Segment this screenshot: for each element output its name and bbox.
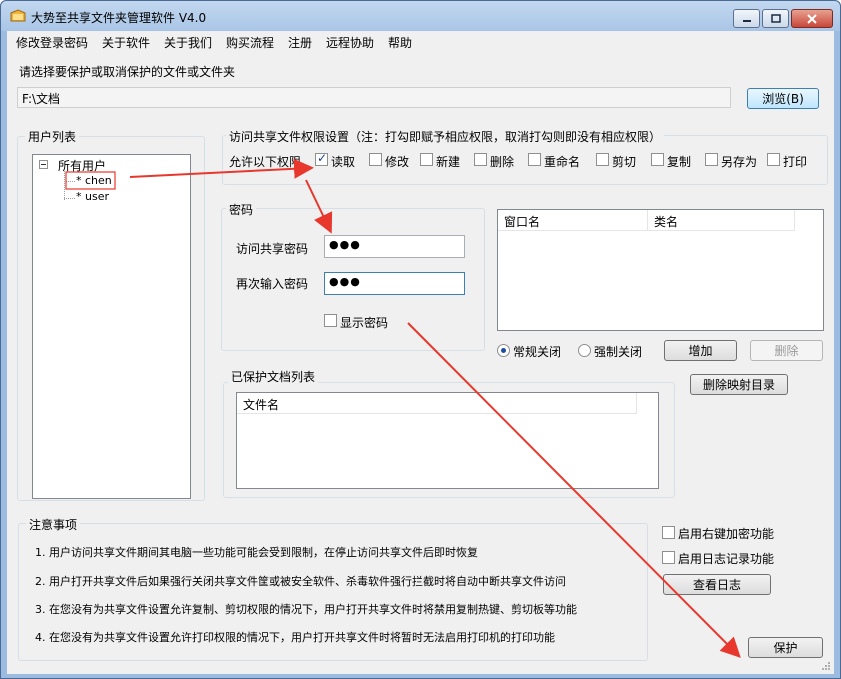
force-close-label: 强制关闭 — [594, 345, 643, 359]
user-list-title: 用户列表 — [25, 128, 80, 145]
path-field[interactable]: F:\文档 — [17, 87, 731, 108]
right-click-encrypt-label: 启用右键加密功能 — [678, 527, 775, 541]
access-password-input[interactable]: ●●● — [324, 235, 465, 258]
permission-label: 读取 — [331, 155, 356, 169]
permissions-title: 访问共享文件权限设置（注：打勾即赋予相应权限，取消打勾则即没有相应权限） — [226, 128, 665, 145]
permission-checkbox[interactable] — [596, 153, 609, 166]
show-password-label: 显示密码 — [340, 316, 389, 330]
notes-title: 注意事项 — [26, 516, 81, 533]
protected-docs-title: 已保护文档列表 — [228, 368, 319, 385]
right-click-encrypt-checkbox[interactable] — [662, 526, 675, 539]
delete-window-button[interactable]: 删除 — [750, 340, 823, 361]
permission-label: 另存为 — [721, 155, 758, 169]
enable-log-checkbox[interactable] — [662, 551, 675, 564]
allow-permissions-label: 允许以下权限 — [229, 155, 302, 169]
permission-label: 剪切 — [612, 155, 637, 169]
confirm-password-input[interactable]: ●●● — [324, 272, 465, 295]
column-class-name[interactable]: 类名 — [648, 210, 795, 231]
normal-close-label: 常规关闭 — [513, 345, 562, 359]
normal-close-radio[interactable] — [497, 344, 510, 357]
enable-log-label: 启用日志记录功能 — [678, 552, 775, 566]
force-close-radio[interactable] — [578, 344, 591, 357]
minimize-button[interactable] — [733, 9, 760, 28]
permission-checkbox[interactable] — [528, 153, 541, 166]
maximize-button[interactable] — [762, 9, 789, 28]
show-password-checkbox[interactable] — [324, 314, 337, 327]
menu-about-us[interactable]: 关于我们 — [164, 34, 212, 51]
menu-register[interactable]: 注册 — [288, 34, 312, 51]
permission-checkbox[interactable] — [767, 153, 780, 166]
app-window: 大势至共享文件夹管理软件 V4.0 修改登录密码 关于软件 关于我们 购买流程 … — [0, 0, 841, 679]
tree-collapse-toggle[interactable] — [39, 160, 48, 169]
note-item: 3. 在您没有为共享文件设置允许复制、剪切权限的情况下，用户打开共享文件时将禁用… — [35, 603, 577, 616]
permission-checkbox[interactable] — [651, 153, 664, 166]
permission-checkbox[interactable] — [474, 153, 487, 166]
permission-label: 删除 — [490, 155, 515, 169]
menu-bar: 修改登录密码 关于软件 关于我们 购买流程 注册 远程协助 帮助 — [7, 31, 834, 51]
password-title: 密码 — [226, 201, 257, 218]
view-log-button[interactable]: 查看日志 — [663, 574, 771, 595]
permission-label: 新建 — [436, 155, 461, 169]
permission-label: 打印 — [783, 155, 808, 169]
app-icon — [10, 9, 26, 22]
permission-checkbox[interactable] — [369, 153, 382, 166]
menu-purchase[interactable]: 购买流程 — [226, 34, 274, 51]
note-item: 4. 在您没有为共享文件设置允许打印权限的情况下，用户打开共享文件时将暂时无法启… — [35, 631, 555, 644]
permission-checkbox[interactable] — [705, 153, 718, 166]
confirm-password-label: 再次输入密码 — [236, 277, 309, 291]
check-icon: ✓ — [317, 151, 328, 165]
browse-button[interactable]: 浏览(B) — [747, 88, 819, 109]
menu-about-software[interactable]: 关于软件 — [102, 34, 150, 51]
title-bar[interactable]: 大势至共享文件夹管理软件 V4.0 — [1, 1, 840, 31]
permission-label: 修改 — [385, 155, 410, 169]
protect-button[interactable]: 保护 — [748, 637, 823, 658]
delete-mapping-button[interactable]: 删除映射目录 — [690, 374, 788, 395]
minimize-icon — [742, 19, 751, 22]
maximize-icon — [770, 14, 781, 23]
add-window-button[interactable]: 增加 — [664, 340, 737, 361]
close-icon — [807, 13, 817, 24]
protected-docs-list[interactable]: 文件名 — [236, 392, 659, 489]
permission-checkbox[interactable] — [420, 153, 433, 166]
resize-grip-icon[interactable] — [821, 661, 831, 671]
permission-checkbox[interactable]: ✓ — [315, 151, 328, 166]
permission-label: 复制 — [667, 155, 692, 169]
menu-change-password[interactable]: 修改登录密码 — [16, 34, 88, 51]
access-password-label: 访问共享密码 — [236, 242, 309, 256]
column-file-name[interactable]: 文件名 — [237, 393, 637, 414]
user-tree[interactable]: 所有用户 * chen * user — [32, 154, 191, 499]
permission-label: 重命名 — [544, 155, 581, 169]
note-item: 2. 用户打开共享文件后如果强行关闭共享文件筐或被安全软件、杀毒软件强行拦截时将… — [35, 575, 566, 588]
note-item: 1. 用户访问共享文件期间其电脑一些功能可能会受到限制，在停止访问共享文件后即时… — [35, 546, 478, 559]
close-button[interactable] — [791, 9, 833, 28]
tree-item-user[interactable]: * chen — [76, 174, 112, 187]
window-title: 大势至共享文件夹管理软件 V4.0 — [31, 11, 207, 25]
menu-remote-assist[interactable]: 远程协助 — [326, 34, 374, 51]
menu-help[interactable]: 帮助 — [388, 34, 412, 51]
client-area: 修改登录密码 关于软件 关于我们 购买流程 注册 远程协助 帮助 请选择要保护或… — [7, 31, 834, 674]
column-window-name[interactable]: 窗口名 — [498, 210, 648, 231]
tree-item-user[interactable]: * user — [76, 190, 109, 203]
window-list[interactable]: 窗口名 类名 — [497, 209, 824, 331]
path-prompt: 请选择要保护或取消保护的文件或文件夹 — [19, 65, 236, 79]
tree-root-all-users[interactable]: 所有用户 — [58, 157, 106, 174]
